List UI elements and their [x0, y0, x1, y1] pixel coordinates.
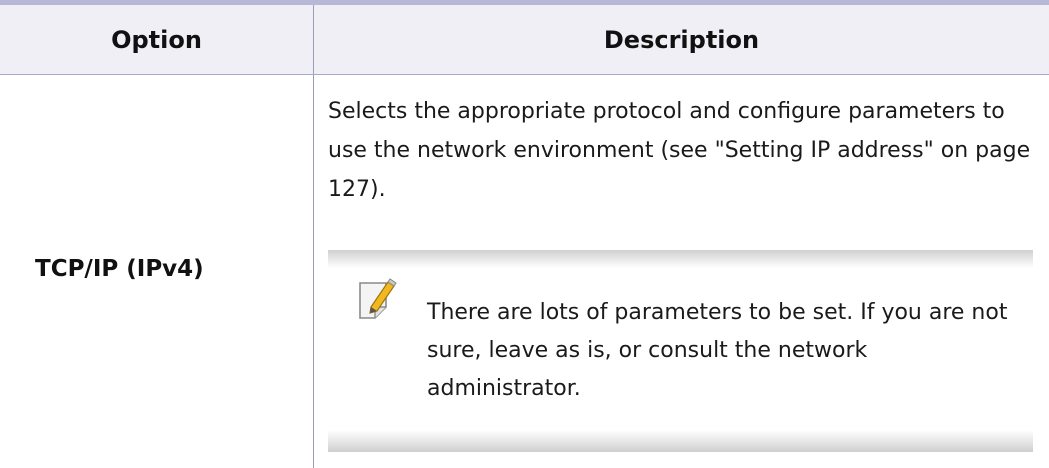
note-pencil-icon — [357, 277, 397, 322]
note-top-shade — [328, 250, 1033, 268]
column-header-option: Option — [111, 26, 202, 54]
note-text: There are lots of parameters to be set. … — [427, 300, 1008, 401]
options-table: Option Description TCP/IP (IPv4) Selects… — [0, 0, 1049, 468]
column-header-description: Description — [603, 26, 760, 54]
description-text: Selects the appropriate protocol and con… — [328, 99, 1031, 202]
note-bottom-shade — [328, 430, 1033, 452]
option-cell: TCP/IP (IPv4) — [35, 256, 204, 282]
body-column-divider — [313, 75, 314, 468]
